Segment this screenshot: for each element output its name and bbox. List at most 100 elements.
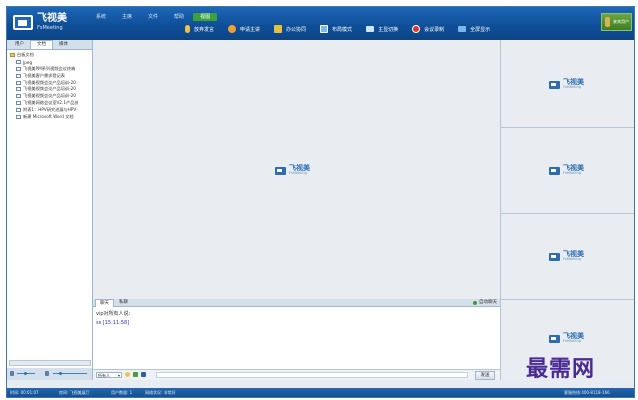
speaker-volume-slider[interactable]	[53, 371, 87, 375]
menu-item-view[interactable]: 视图	[193, 13, 218, 21]
logo-icon	[549, 167, 560, 175]
main-display-switch-button[interactable]: 主显切换	[366, 26, 398, 33]
chat-tabs: 聊天 私聊 自动聊天	[93, 299, 500, 307]
image-icon[interactable]	[133, 372, 138, 377]
left-panel: 用户 文档 媒体 白板文档 Jpeg 飞视美PM系列视频会议终端 飞视美客户需求…	[7, 40, 93, 380]
document-item[interactable]: 飞视美视频会议产品培训-20	[10, 79, 92, 86]
fullscreen-icon	[458, 26, 467, 32]
fullscreen-button[interactable]: 全屏显示	[458, 26, 490, 33]
record-icon	[412, 25, 421, 33]
document-item[interactable]: 飞视美视频会议产品培训-20	[10, 93, 92, 100]
slider-knob[interactable]	[59, 371, 62, 375]
video-tile[interactable]: 飞视美 FsMeeting	[501, 128, 634, 214]
app-logo: 飞视美 FsMeeting	[13, 13, 67, 32]
tab-chat[interactable]: 聊天	[95, 299, 114, 307]
video-placeholder-logo: 飞视美 FsMeeting	[549, 251, 584, 262]
meeting-record-button[interactable]: 会议录制	[412, 25, 444, 33]
chat-panel: 聊天 私聊 自动聊天 vip对所有人说: ss [15:11:58] 所有人 发…	[93, 299, 501, 380]
document-icon	[16, 60, 21, 65]
menu-item-chair[interactable]: 主席	[115, 13, 139, 21]
document-icon	[16, 114, 21, 119]
document-item[interactable]: 附表1：HPV研究进展与HPV	[10, 106, 92, 113]
document-item[interactable]: Jpeg	[10, 59, 92, 66]
document-icon	[16, 80, 21, 85]
meeting-time: 时间: 00:01:07	[10, 390, 39, 395]
office-collaboration-button[interactable]: 办公协同	[274, 25, 306, 33]
microphone-volume-slider[interactable]	[17, 371, 35, 375]
document-item[interactable]: 飞视美PM系列视频会议终端	[10, 66, 92, 73]
speaker-icon	[45, 371, 49, 376]
presenter-icon	[228, 25, 237, 33]
document-tree: 白板文档 Jpeg 飞视美PM系列视频会议终端 飞视美客户需求登记表 飞视美视频…	[7, 50, 92, 120]
user-name: 来宾用户	[613, 19, 629, 24]
video-tile[interactable]: 飞视美 FsMeeting	[501, 214, 634, 300]
document-item[interactable]: 飞视美视频会议产品培训-20	[10, 86, 92, 93]
layout-mode-button[interactable]: 布局模式	[320, 25, 352, 33]
video-placeholder-logo: 飞视美 FsMeeting	[549, 79, 584, 90]
horizontal-scrollbar[interactable]	[9, 360, 91, 366]
document-item[interactable]: 新建 Microsoft Word 文档	[10, 113, 92, 120]
user-count: 用户数量: 1	[111, 390, 133, 395]
logo-icon	[275, 167, 286, 175]
document-item[interactable]: 飞视美网络会议室V2.1产品技	[10, 100, 92, 107]
video-tile[interactable]: 飞视美 FsMeeting	[501, 40, 634, 128]
menu-item-help[interactable]: 帮助	[167, 13, 191, 21]
logo-icon	[549, 335, 560, 343]
chat-input-bar: 所有人 发送	[93, 369, 500, 380]
status-dot-icon	[473, 300, 477, 305]
network-status: 网络状况: 非常好	[145, 390, 176, 395]
document-icon	[16, 66, 21, 71]
support-hotline: 客服热线:400-8118-166	[564, 390, 610, 395]
logo-icon	[13, 15, 33, 30]
tab-users[interactable]: 用户	[9, 40, 30, 49]
meeting-window: 飞视美 FsMeeting 系统 主席 文件 帮助 视图 放弃发言 申请主讲 办…	[6, 6, 635, 398]
chat-message-body: ss [15:11:58]	[96, 320, 130, 326]
collaborate-icon	[274, 25, 283, 33]
document-icon	[16, 87, 21, 92]
logo-name: 飞视美	[37, 13, 67, 24]
video-placeholder-logo: 飞视美 FsMeeting	[549, 333, 584, 344]
tree-root[interactable]: 白板文档	[10, 52, 92, 59]
recipient-select[interactable]: 所有人	[96, 372, 122, 379]
current-user-badge[interactable]: 来宾用户	[601, 13, 632, 31]
logo-subtitle: FsMeeting	[37, 25, 63, 31]
menu-item-system[interactable]: 系统	[89, 13, 113, 21]
monitor-switch-icon	[366, 26, 375, 32]
logo-icon	[549, 81, 560, 89]
main-video-panel[interactable]: 飞视美 FsMeeting	[93, 40, 501, 299]
slider-knob[interactable]	[24, 371, 27, 375]
status-bar: 时间: 00:01:07 房间: 飞视美展厅 用户数量: 1 网络状况: 非常好…	[7, 388, 634, 397]
document-icon	[16, 73, 21, 78]
tab-media[interactable]: 媒体	[53, 40, 74, 49]
microphone-status-icon	[605, 17, 610, 27]
document-icon	[16, 107, 21, 112]
tab-private-chat[interactable]: 私聊	[115, 299, 132, 306]
logo-icon	[549, 253, 560, 261]
document-icon	[16, 100, 21, 105]
layout-icon	[320, 25, 329, 33]
room-name: 房间: 飞视美展厅	[59, 390, 90, 395]
top-bar: 飞视美 FsMeeting 系统 主席 文件 帮助 视图 放弃发言 申请主讲 办…	[7, 7, 634, 40]
document-icon	[16, 94, 21, 99]
microphone-icon	[10, 371, 14, 376]
site-watermark: 最需网	[526, 357, 596, 382]
font-icon[interactable]	[141, 372, 146, 377]
left-panel-tabs: 用户 文档 媒体	[7, 40, 92, 50]
menu-item-file[interactable]: 文件	[141, 13, 165, 21]
send-button[interactable]: 发送	[475, 371, 495, 380]
emoji-icon[interactable]	[125, 372, 130, 377]
apply-presenter-button[interactable]: 申请主讲	[228, 25, 260, 33]
folder-icon	[10, 53, 15, 58]
give-up-speaking-button[interactable]: 放弃发言	[185, 25, 214, 33]
document-item[interactable]: 飞视美客户需求登记表	[10, 72, 92, 79]
audio-controls	[7, 368, 92, 380]
tab-documents[interactable]: 文档	[30, 40, 53, 49]
toolbar: 放弃发言 申请主讲 办公协同 布局模式 主显切换 会议录制 全屏显示	[185, 25, 504, 33]
video-placeholder-logo: 飞视美 FsMeeting	[549, 165, 584, 176]
auto-chat-toggle[interactable]: 自动聊天	[473, 299, 497, 306]
chat-message-header: vip对所有人说:	[96, 311, 131, 317]
chat-message-input[interactable]	[156, 372, 468, 378]
main-menu: 系统 主席 文件 帮助 视图	[89, 13, 219, 21]
microphone-icon	[185, 25, 190, 33]
video-placeholder-logo: 飞视美 FsMeeting	[275, 165, 310, 176]
